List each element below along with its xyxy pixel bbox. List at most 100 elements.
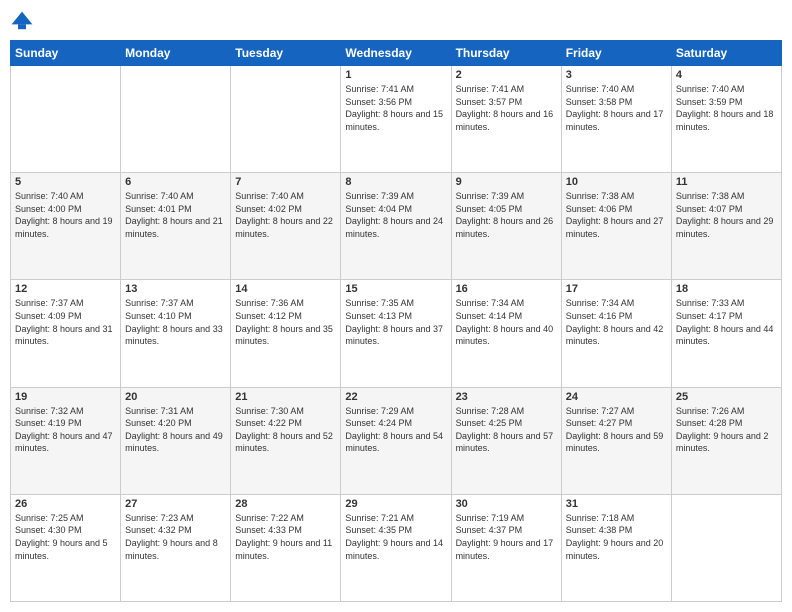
calendar-cell: 8 Sunrise: 7:39 AM Sunset: 4:04 PM Daylig… <box>341 173 451 280</box>
day-info: Sunrise: 7:38 AM Sunset: 4:07 PM Dayligh… <box>676 190 777 240</box>
calendar-cell <box>671 494 781 601</box>
day-info: Sunrise: 7:29 AM Sunset: 4:24 PM Dayligh… <box>345 405 446 455</box>
calendar-cell <box>11 66 121 173</box>
day-number: 19 <box>15 391 116 403</box>
day-number: 27 <box>125 498 226 510</box>
calendar-cell: 31Sunrise: 7:18 AM Sunset: 4:38 PM Dayli… <box>561 494 671 601</box>
calendar-cell: 25 Sunrise: 7:26 AM Sunset: 4:28 PM Dayli… <box>671 387 781 494</box>
day-info: Sunrise: 7:23 AM Sunset: 4:32 PM Dayligh… <box>125 512 226 562</box>
day-info: Sunrise: 7:40 AM Sunset: 4:01 PM Dayligh… <box>125 190 226 240</box>
calendar-cell: 6 Sunrise: 7:40 AM Sunset: 4:01 PM Daylig… <box>121 173 231 280</box>
day-number: 18 <box>676 283 777 295</box>
day-number: 3 <box>566 69 667 81</box>
day-number: 13 <box>125 283 226 295</box>
day-info: Sunrise: 7:38 AM Sunset: 4:06 PM Dayligh… <box>566 190 667 240</box>
weekday-monday: Monday <box>121 41 231 66</box>
day-number: 9 <box>456 176 557 188</box>
day-info: Sunrise: 7:35 AM Sunset: 4:13 PM Dayligh… <box>345 297 446 347</box>
calendar-cell: 11 Sunrise: 7:38 AM Sunset: 4:07 PM Dayli… <box>671 173 781 280</box>
weekday-friday: Friday <box>561 41 671 66</box>
day-number: 7 <box>235 176 336 188</box>
day-info: Sunrise: 7:37 AM Sunset: 4:10 PM Dayligh… <box>125 297 226 347</box>
day-number: 24 <box>566 391 667 403</box>
day-info: Sunrise: 7:41 AM Sunset: 3:57 PM Dayligh… <box>456 83 557 133</box>
calendar-cell: 10 Sunrise: 7:38 AM Sunset: 4:06 PM Dayli… <box>561 173 671 280</box>
day-number: 10 <box>566 176 667 188</box>
day-number: 1 <box>345 69 446 81</box>
calendar-cell: 9 Sunrise: 7:39 AM Sunset: 4:05 PM Daylig… <box>451 173 561 280</box>
day-info: Sunrise: 7:40 AM Sunset: 4:02 PM Dayligh… <box>235 190 336 240</box>
day-info: Sunrise: 7:28 AM Sunset: 4:25 PM Dayligh… <box>456 405 557 455</box>
day-number: 20 <box>125 391 226 403</box>
calendar-row: 1 Sunrise: 7:41 AM Sunset: 3:56 PM Daylig… <box>11 66 782 173</box>
calendar-row: 12 Sunrise: 7:37 AM Sunset: 4:09 PM Dayli… <box>11 280 782 387</box>
calendar-cell: 14Sunrise: 7:36 AM Sunset: 4:12 PM Dayli… <box>231 280 341 387</box>
calendar-cell: 24 Sunrise: 7:27 AM Sunset: 4:27 PM Dayli… <box>561 387 671 494</box>
calendar-cell <box>231 66 341 173</box>
day-number: 22 <box>345 391 446 403</box>
day-number: 25 <box>676 391 777 403</box>
calendar-cell <box>121 66 231 173</box>
calendar-page: SundayMondayTuesdayWednesdayThursdayFrid… <box>0 0 792 612</box>
day-info: Sunrise: 7:21 AM Sunset: 4:35 PM Dayligh… <box>345 512 446 562</box>
day-info: Sunrise: 7:19 AM Sunset: 4:37 PM Dayligh… <box>456 512 557 562</box>
day-number: 28 <box>235 498 336 510</box>
day-info: Sunrise: 7:36 AM Sunset: 4:12 PM Dayligh… <box>235 297 336 347</box>
calendar-cell: 1 Sunrise: 7:41 AM Sunset: 3:56 PM Daylig… <box>341 66 451 173</box>
day-info: Sunrise: 7:40 AM Sunset: 3:58 PM Dayligh… <box>566 83 667 133</box>
day-info: Sunrise: 7:41 AM Sunset: 3:56 PM Dayligh… <box>345 83 446 133</box>
calendar-row: 5 Sunrise: 7:40 AM Sunset: 4:00 PM Daylig… <box>11 173 782 280</box>
calendar-cell: 7 Sunrise: 7:40 AM Sunset: 4:02 PM Daylig… <box>231 173 341 280</box>
weekday-tuesday: Tuesday <box>231 41 341 66</box>
calendar-cell: 19 Sunrise: 7:32 AM Sunset: 4:19 PM Dayli… <box>11 387 121 494</box>
day-info: Sunrise: 7:34 AM Sunset: 4:14 PM Dayligh… <box>456 297 557 347</box>
calendar-cell: 29 Sunrise: 7:21 AM Sunset: 4:35 PM Dayli… <box>341 494 451 601</box>
day-number: 17 <box>566 283 667 295</box>
day-info: Sunrise: 7:37 AM Sunset: 4:09 PM Dayligh… <box>15 297 116 347</box>
day-info: Sunrise: 7:22 AM Sunset: 4:33 PM Dayligh… <box>235 512 336 562</box>
day-info: Sunrise: 7:34 AM Sunset: 4:16 PM Dayligh… <box>566 297 667 347</box>
weekday-thursday: Thursday <box>451 41 561 66</box>
logo-icon <box>10 10 34 34</box>
calendar-cell: 15 Sunrise: 7:35 AM Sunset: 4:13 PM Dayli… <box>341 280 451 387</box>
day-info: Sunrise: 7:32 AM Sunset: 4:19 PM Dayligh… <box>15 405 116 455</box>
calendar-cell: 26Sunrise: 7:25 AM Sunset: 4:30 PM Dayli… <box>11 494 121 601</box>
day-info: Sunrise: 7:39 AM Sunset: 4:05 PM Dayligh… <box>456 190 557 240</box>
day-info: Sunrise: 7:30 AM Sunset: 4:22 PM Dayligh… <box>235 405 336 455</box>
day-info: Sunrise: 7:31 AM Sunset: 4:20 PM Dayligh… <box>125 405 226 455</box>
day-info: Sunrise: 7:26 AM Sunset: 4:28 PM Dayligh… <box>676 405 777 455</box>
day-info: Sunrise: 7:40 AM Sunset: 4:00 PM Dayligh… <box>15 190 116 240</box>
calendar-cell: 27 Sunrise: 7:23 AM Sunset: 4:32 PM Dayli… <box>121 494 231 601</box>
calendar-cell: 13 Sunrise: 7:37 AM Sunset: 4:10 PM Dayli… <box>121 280 231 387</box>
calendar-table: SundayMondayTuesdayWednesdayThursdayFrid… <box>10 40 782 602</box>
logo <box>10 10 38 34</box>
calendar-cell: 3 Sunrise: 7:40 AM Sunset: 3:58 PM Daylig… <box>561 66 671 173</box>
day-info: Sunrise: 7:27 AM Sunset: 4:27 PM Dayligh… <box>566 405 667 455</box>
day-number: 12 <box>15 283 116 295</box>
calendar-cell: 20 Sunrise: 7:31 AM Sunset: 4:20 PM Dayli… <box>121 387 231 494</box>
calendar-cell: 12 Sunrise: 7:37 AM Sunset: 4:09 PM Dayli… <box>11 280 121 387</box>
day-number: 15 <box>345 283 446 295</box>
day-info: Sunrise: 7:18 AM Sunset: 4:38 PM Dayligh… <box>566 512 667 562</box>
day-number: 29 <box>345 498 446 510</box>
day-info: Sunrise: 7:40 AM Sunset: 3:59 PM Dayligh… <box>676 83 777 133</box>
calendar-row: 19 Sunrise: 7:32 AM Sunset: 4:19 PM Dayli… <box>11 387 782 494</box>
day-info: Sunrise: 7:39 AM Sunset: 4:04 PM Dayligh… <box>345 190 446 240</box>
day-info: Sunrise: 7:33 AM Sunset: 4:17 PM Dayligh… <box>676 297 777 347</box>
day-number: 8 <box>345 176 446 188</box>
calendar-cell: 23Sunrise: 7:28 AM Sunset: 4:25 PM Dayli… <box>451 387 561 494</box>
day-number: 11 <box>676 176 777 188</box>
calendar-cell: 5 Sunrise: 7:40 AM Sunset: 4:00 PM Daylig… <box>11 173 121 280</box>
day-number: 4 <box>676 69 777 81</box>
header <box>10 10 782 34</box>
calendar-row: 26Sunrise: 7:25 AM Sunset: 4:30 PM Dayli… <box>11 494 782 601</box>
calendar-cell: 22 Sunrise: 7:29 AM Sunset: 4:24 PM Dayli… <box>341 387 451 494</box>
day-number: 16 <box>456 283 557 295</box>
calendar-cell: 16 Sunrise: 7:34 AM Sunset: 4:14 PM Dayli… <box>451 280 561 387</box>
calendar-cell: 17 Sunrise: 7:34 AM Sunset: 4:16 PM Dayli… <box>561 280 671 387</box>
calendar-cell: 2Sunrise: 7:41 AM Sunset: 3:57 PM Daylig… <box>451 66 561 173</box>
day-number: 26 <box>15 498 116 510</box>
calendar-cell: 30Sunrise: 7:19 AM Sunset: 4:37 PM Dayli… <box>451 494 561 601</box>
day-number: 5 <box>15 176 116 188</box>
day-number: 6 <box>125 176 226 188</box>
